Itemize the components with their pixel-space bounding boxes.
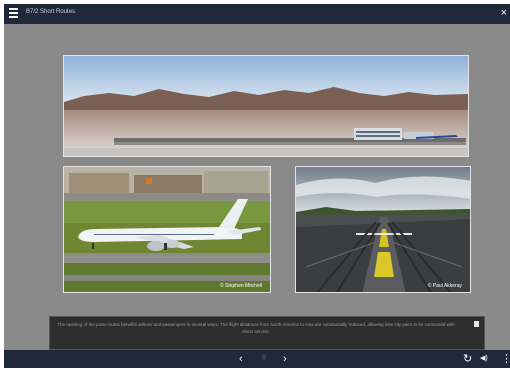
runway-view-image: © Paul Akkeray	[295, 166, 471, 293]
more-vertical-icon[interactable]: ⋮	[501, 350, 510, 368]
app-window: B7/2 Short Routes × © Stephen Mitchell ©…	[4, 4, 510, 368]
hamburger-menu-icon[interactable]	[9, 8, 18, 20]
pause-icon[interactable]: II	[262, 350, 266, 368]
caption-panel: The opening of the polar routes benefits…	[49, 316, 485, 350]
chevron-left-icon[interactable]: ‹	[239, 350, 243, 368]
replay-icon[interactable]: ↻	[463, 350, 472, 368]
close-icon[interactable]: ×	[501, 7, 507, 19]
aircraft-illustration	[64, 167, 270, 292]
title-bar: B7/2 Short Routes ×	[4, 4, 510, 24]
caption-text: The opening of the polar routes benefits…	[57, 322, 455, 334]
aircraft-taxiing-image: © Stephen Mitchell	[63, 166, 271, 293]
playback-control-bar: ‹ II › ↻ ◀) ⋮	[4, 350, 510, 368]
runway-illustration	[296, 167, 470, 292]
airport-panorama-illustration	[64, 56, 468, 156]
volume-icon[interactable]: ◀)	[480, 350, 488, 368]
window-title: B7/2 Short Routes	[26, 9, 76, 15]
chevron-right-icon[interactable]: ›	[283, 350, 287, 368]
document-icon[interactable]	[474, 321, 479, 327]
photo-credit-runway: © Paul Akkeray	[427, 283, 462, 289]
airport-panorama-image	[63, 55, 469, 157]
photo-credit-aircraft: © Stephen Mitchell	[219, 283, 262, 289]
